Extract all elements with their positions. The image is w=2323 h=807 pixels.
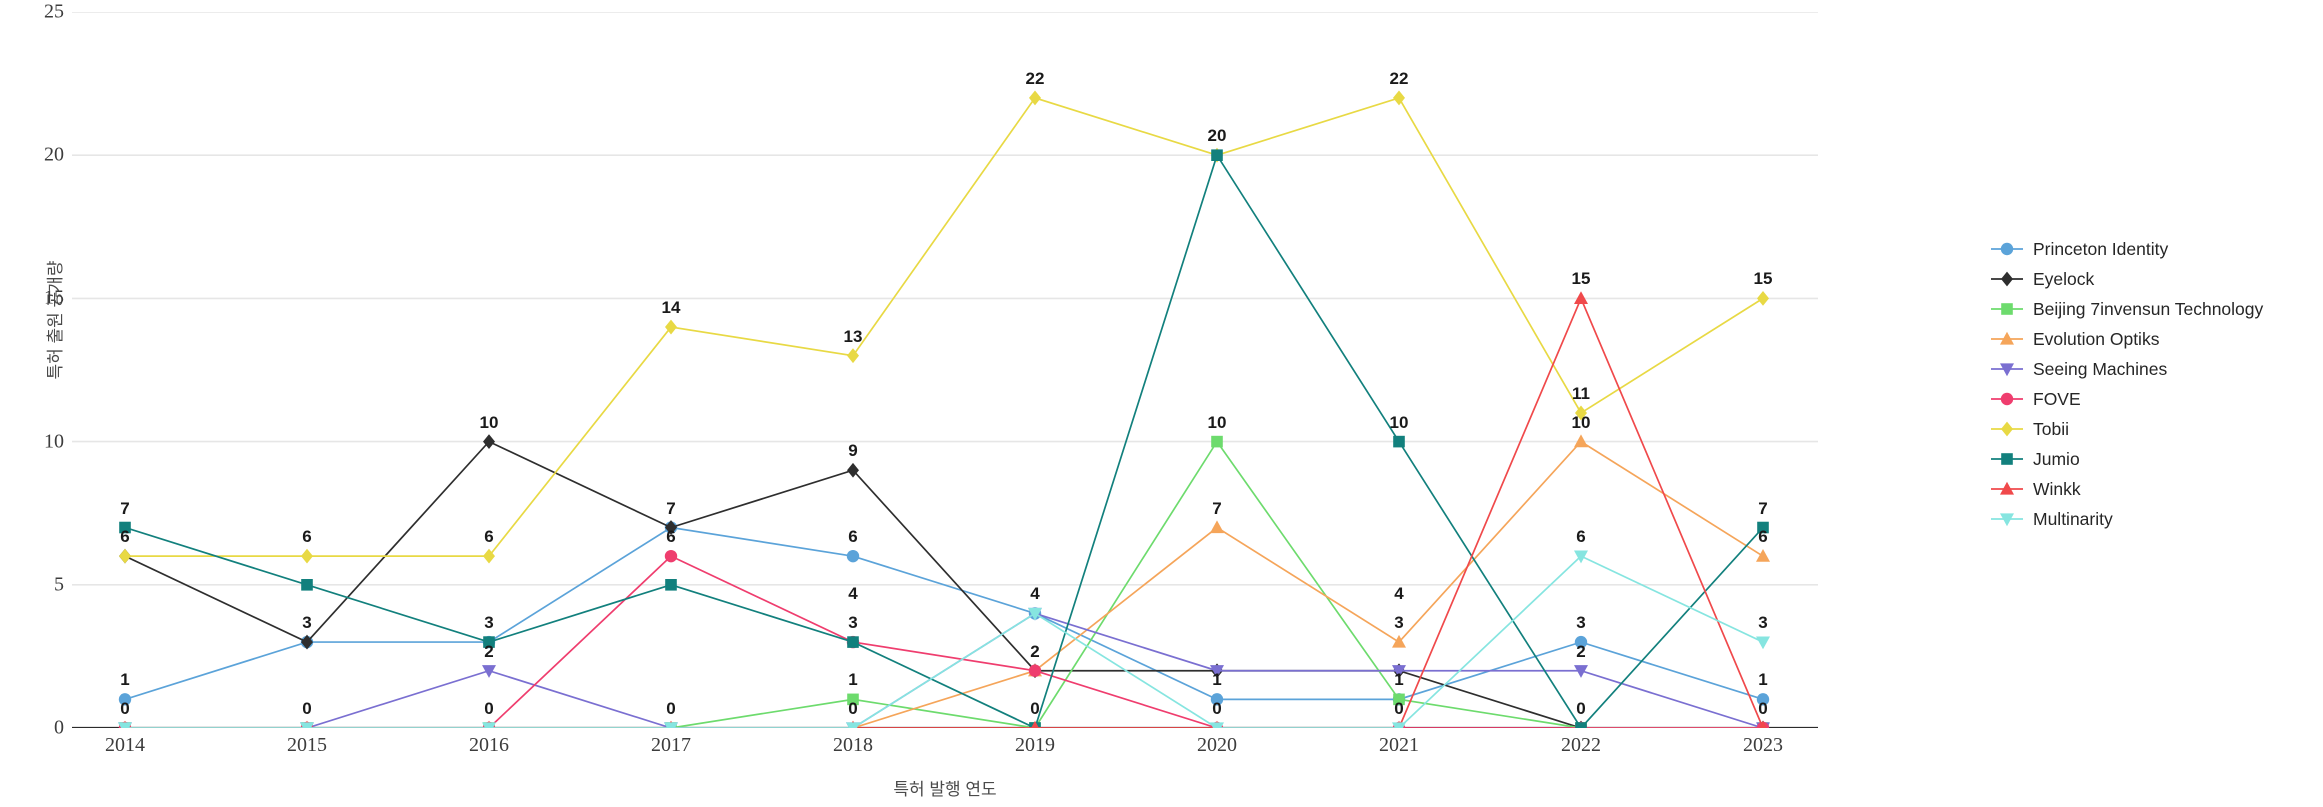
legend-item-beijing-7invensun-technology[interactable]: Beijing 7invensun Technology bbox=[1990, 294, 2320, 324]
data-point-marker bbox=[1756, 636, 1770, 650]
legend-item-fove[interactable]: FOVE bbox=[1990, 384, 2320, 414]
y-axis-ticks: 0 5 10 15 20 25 bbox=[0, 1, 64, 739]
data-point-marker bbox=[119, 521, 131, 534]
legend-item-eyelock[interactable]: Eyelock bbox=[1990, 264, 2320, 294]
legend-label: Evolution Optiks bbox=[2033, 328, 2160, 349]
chart-canvas bbox=[72, 12, 1818, 728]
diamond-icon bbox=[1990, 420, 2024, 438]
data-point-marker bbox=[1393, 435, 1405, 448]
data-point-marker bbox=[118, 693, 132, 706]
x-tick-label: 2019 bbox=[1015, 734, 1055, 756]
legend-item-multinarity[interactable]: Multinarity bbox=[1990, 504, 2320, 534]
x-axis-ticks: 2014 2015 2016 2017 2018 2019 2020 2021 2022 2023 bbox=[72, 734, 1818, 764]
data-point-marker bbox=[665, 579, 677, 591]
legend-label: Eyelock bbox=[2033, 268, 2095, 289]
x-tick-label: 2020 bbox=[1197, 734, 1237, 756]
legend-label: Winkk bbox=[2033, 478, 2081, 499]
data-point-marker bbox=[1210, 520, 1224, 534]
x-tick-label: 2023 bbox=[1743, 734, 1783, 756]
data-point-marker bbox=[1211, 149, 1223, 161]
y-tick-label: 20 bbox=[44, 143, 64, 166]
data-point-marker bbox=[1210, 693, 1224, 706]
legend-item-jumio[interactable]: Jumio bbox=[1990, 444, 2320, 474]
circle-icon bbox=[1990, 240, 2024, 258]
legend-label: Tobii bbox=[2033, 418, 2069, 439]
triangle-down-icon bbox=[1990, 360, 2024, 378]
data-point-marker bbox=[1757, 291, 1769, 306]
y-tick-label: 0 bbox=[54, 716, 64, 739]
x-tick-label: 2015 bbox=[287, 734, 327, 756]
data-point-marker bbox=[1393, 693, 1405, 706]
diamond-icon bbox=[1990, 270, 2024, 288]
data-point-marker bbox=[665, 520, 677, 535]
data-point-marker bbox=[119, 548, 131, 564]
data-point-marker bbox=[1575, 722, 1587, 728]
data-point-marker bbox=[301, 548, 313, 564]
circle-icon bbox=[1990, 390, 2024, 408]
legend-label: Multinarity bbox=[2033, 508, 2113, 529]
series-eyelock bbox=[119, 434, 1769, 728]
triangle-up-icon bbox=[1990, 480, 2024, 498]
y-tick-label: 5 bbox=[54, 573, 64, 596]
data-point-marker bbox=[1393, 90, 1405, 106]
data-point-marker bbox=[1574, 434, 1588, 448]
data-point-marker bbox=[1756, 548, 1770, 562]
series-tobii bbox=[119, 90, 1769, 564]
series-line bbox=[125, 96, 1764, 558]
x-tick-label: 2016 bbox=[469, 734, 509, 756]
chart-legend: Princeton Identity Eyelock Beijing 7invens… bbox=[1990, 234, 2320, 534]
chart-page: 특허 출원 공개량 0 5 10 15 20 25 7 6 1 0 6 3 0 10 6 3 2 0 14 7 6 0 1… bbox=[0, 0, 2323, 807]
y-tick-label: 15 bbox=[44, 286, 64, 309]
series-line bbox=[125, 296, 1764, 728]
data-point-marker bbox=[2001, 421, 2013, 437]
data-point-marker bbox=[2000, 242, 2014, 256]
legend-item-winkk[interactable]: Winkk bbox=[1990, 474, 2320, 504]
data-point-marker bbox=[846, 549, 860, 563]
x-tick-label: 2017 bbox=[651, 734, 691, 756]
series-line bbox=[124, 526, 1764, 701]
legend-label: Seeing Machines bbox=[2033, 358, 2168, 379]
x-tick-label: 2018 bbox=[833, 734, 873, 756]
data-point-marker bbox=[1575, 405, 1587, 421]
data-point-marker bbox=[1028, 664, 1042, 677]
data-point-marker bbox=[301, 579, 313, 591]
legend-label: Beijing 7invensun Technology bbox=[2033, 298, 2264, 319]
data-point-marker bbox=[1574, 635, 1588, 649]
series-princeton-identity bbox=[118, 521, 1770, 706]
data-point-marker bbox=[483, 636, 495, 648]
legend-item-evolution-optiks[interactable]: Evolution Optiks bbox=[1990, 324, 2320, 354]
y-tick-label: 25 bbox=[44, 0, 64, 23]
legend-item-princeton-identity[interactable]: Princeton Identity bbox=[1990, 234, 2320, 264]
data-point-marker bbox=[847, 636, 859, 648]
data-point-marker bbox=[1756, 693, 1770, 706]
data-point-marker bbox=[2000, 392, 2014, 406]
legend-label: Princeton Identity bbox=[2033, 238, 2169, 259]
data-point-marker bbox=[847, 693, 859, 706]
y-tick-label: 10 bbox=[44, 430, 64, 453]
data-point-marker bbox=[2001, 453, 2013, 465]
x-tick-label: 2022 bbox=[1561, 734, 1601, 756]
legend-item-seeing-machines[interactable]: Seeing Machines bbox=[1990, 354, 2320, 384]
triangle-up-icon bbox=[1990, 330, 2024, 348]
square-icon bbox=[1990, 450, 2024, 468]
series-evolution-optiks bbox=[121, 434, 1770, 728]
legend-item-tobii[interactable]: Tobii bbox=[1990, 414, 2320, 444]
data-point-marker bbox=[1757, 521, 1769, 534]
data-point-marker bbox=[2001, 303, 2013, 315]
x-tick-label: 2014 bbox=[105, 734, 145, 756]
square-icon bbox=[1990, 300, 2024, 318]
triangle-down-icon bbox=[1990, 510, 2024, 528]
data-point-marker bbox=[1211, 435, 1223, 448]
data-point-marker bbox=[2001, 271, 2013, 287]
series-winkk bbox=[121, 291, 1767, 728]
plot-area: 7 6 1 0 6 3 0 10 6 3 2 0 14 7 6 0 13 9 6 4 3 1 0 22 4 2 0 20 10 7 1 0 22… bbox=[72, 12, 1818, 728]
data-point-marker bbox=[664, 549, 678, 563]
legend-label: FOVE bbox=[2033, 388, 2081, 409]
x-tick-label: 2021 bbox=[1379, 734, 1419, 756]
x-axis-label: 특허 발행 연도 bbox=[893, 780, 997, 799]
legend-label: Jumio bbox=[2033, 448, 2080, 469]
